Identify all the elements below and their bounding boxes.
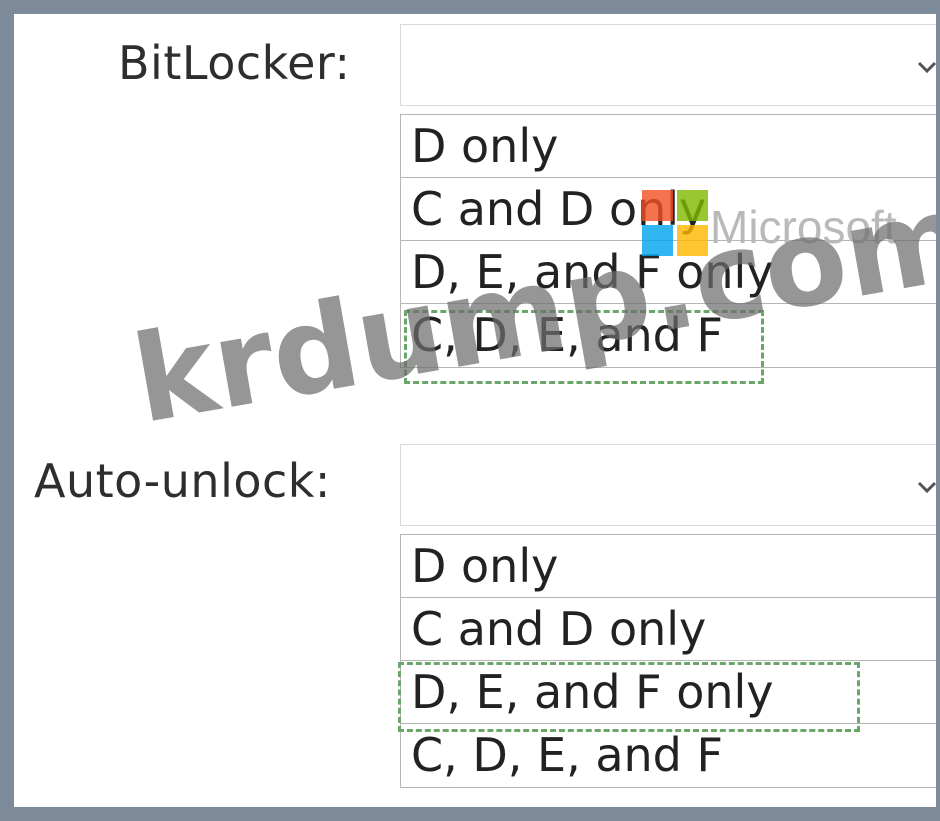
autounlock-option-c-and-d-only[interactable]: C and D only bbox=[401, 598, 936, 661]
chevron-down-icon bbox=[917, 481, 936, 494]
autounlock-dropdown[interactable] bbox=[400, 444, 936, 526]
autounlock-label: Auto-unlock: bbox=[34, 454, 331, 508]
chevron-down-icon bbox=[917, 61, 936, 74]
autounlock-option-d-e-f-only[interactable]: D, E, and F only bbox=[401, 661, 936, 724]
bitlocker-option-d-only[interactable]: D only bbox=[401, 115, 936, 178]
autounlock-option-c-d-e-f[interactable]: C, D, E, and F bbox=[401, 724, 936, 787]
bitlocker-label: BitLocker: bbox=[118, 36, 351, 90]
autounlock-option-d-only[interactable]: D only bbox=[401, 535, 936, 598]
bitlocker-option-c-d-e-f[interactable]: C, D, E, and F bbox=[401, 304, 936, 367]
microsoft-logo-text: Microsoft bbox=[710, 201, 897, 253]
bitlocker-dropdown[interactable] bbox=[400, 24, 936, 106]
autounlock-options-list: D only C and D only D, E, and F only C, … bbox=[400, 534, 936, 788]
microsoft-logo-icon bbox=[642, 190, 708, 256]
answer-area: BitLocker: D only C and D only D, E, and… bbox=[0, 0, 940, 821]
